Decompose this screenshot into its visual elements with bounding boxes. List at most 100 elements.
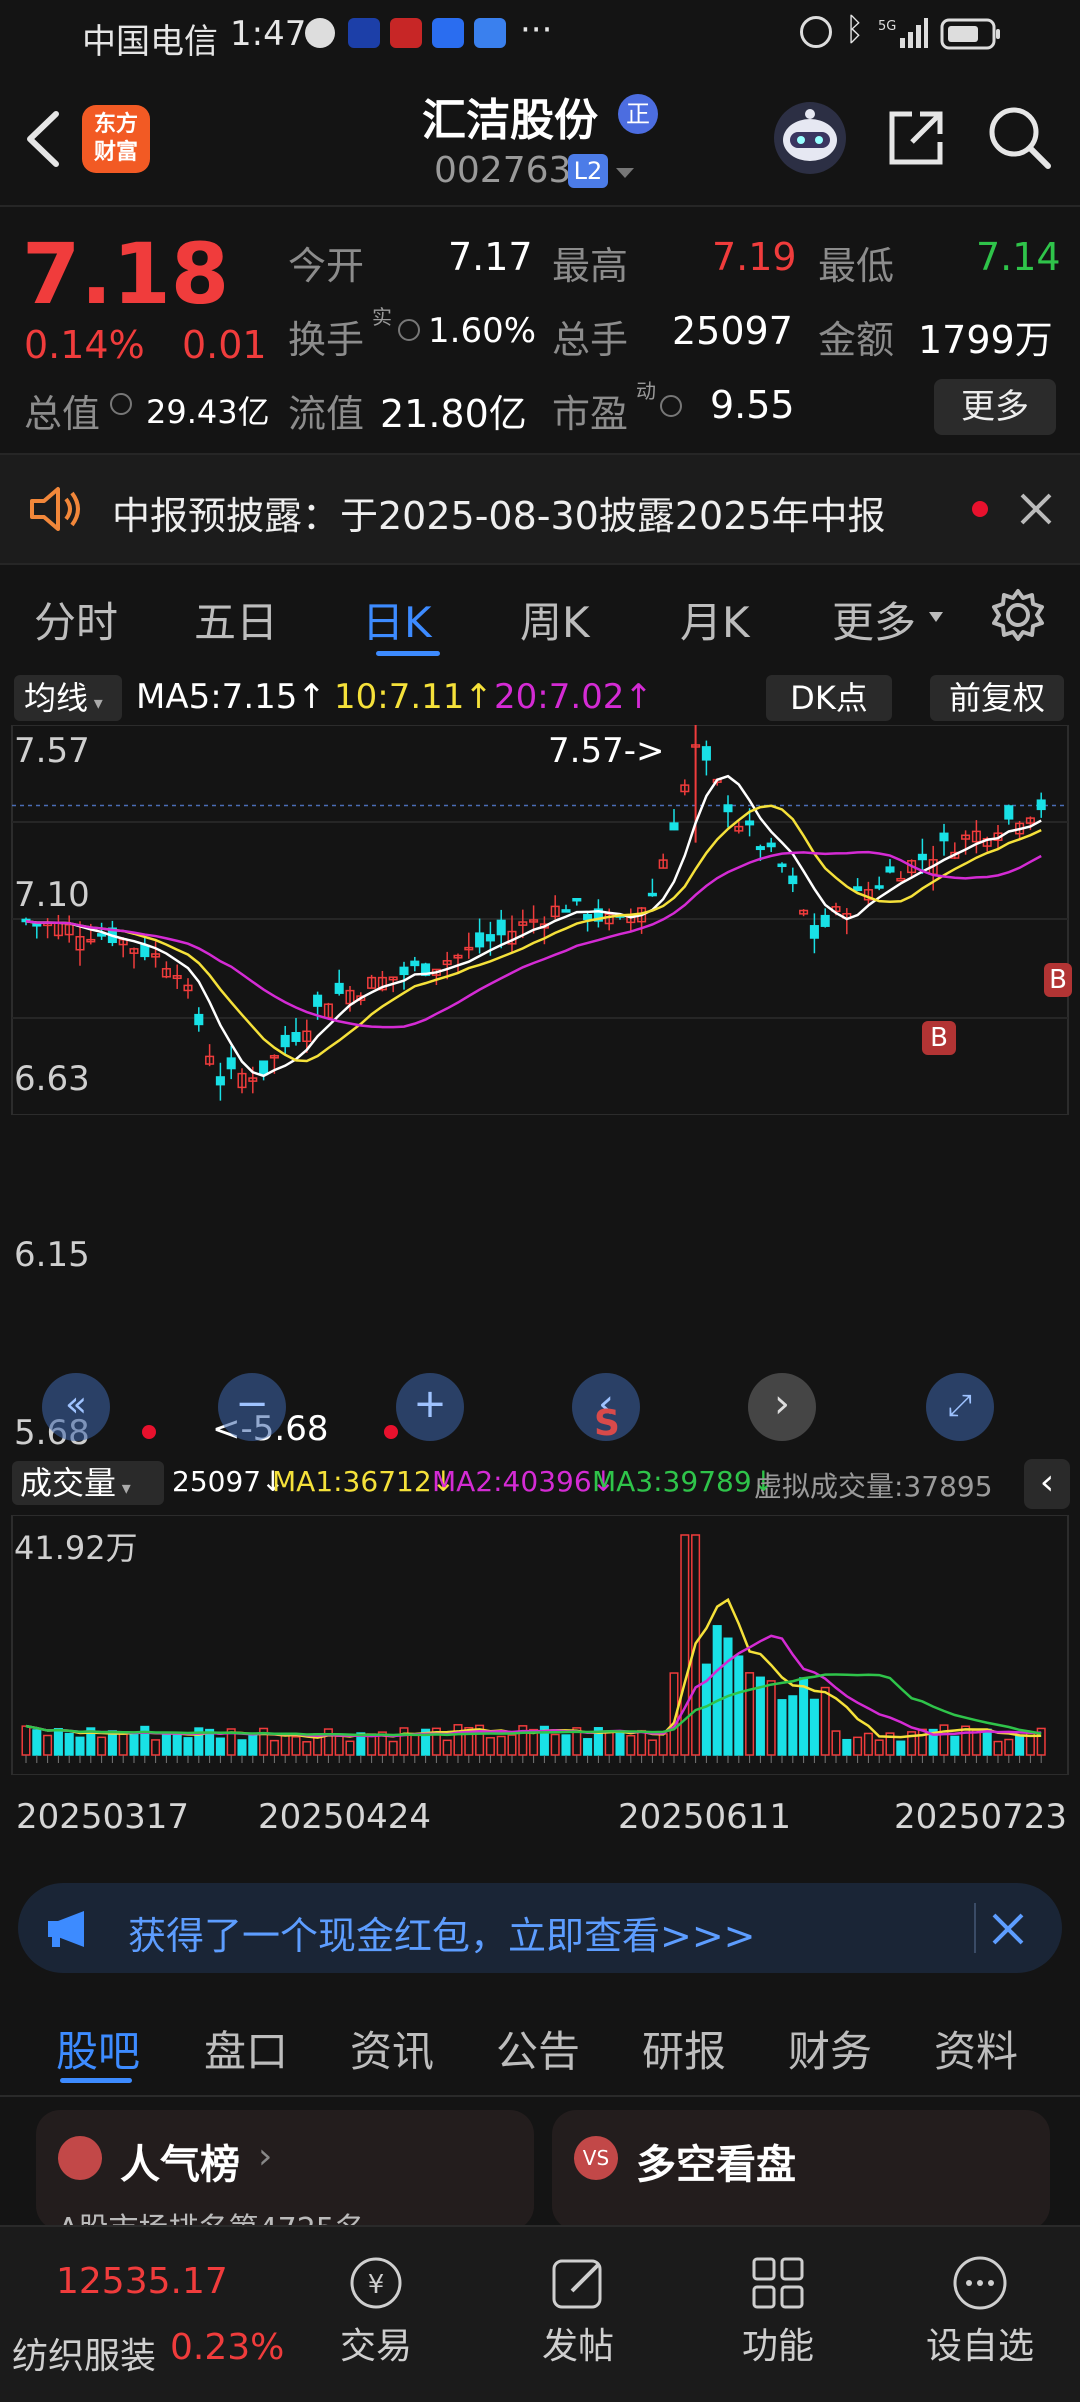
more-dots-icon: ··· [520, 10, 553, 50]
tab-weekly-k[interactable]: 周K [520, 589, 590, 650]
axis-lower: 6.15 [14, 1235, 90, 1275]
carrier: 中国电信 [82, 22, 218, 62]
tab-finance[interactable]: 财务 [788, 2018, 872, 2079]
close-icon[interactable] [1018, 491, 1054, 527]
promo-banner[interactable]: 获得了一个现金红包，立即查看>>> [18, 1883, 1062, 1973]
candle-body [939, 832, 949, 842]
zoom-out-button[interactable]: − [218, 1373, 286, 1441]
tab-orderbook[interactable]: 盘口 [204, 2018, 288, 2079]
close-icon[interactable] [990, 1911, 1026, 1947]
app-logo[interactable]: 东方 财富 [82, 105, 150, 173]
tab-news[interactable]: 资讯 [350, 2018, 434, 2079]
volume-bar [453, 1724, 463, 1756]
nav-label: 设自选 [925, 2326, 1034, 2367]
volume-bar [637, 1729, 647, 1756]
tab-announcements[interactable]: 公告 [496, 2018, 580, 2079]
volume-bar [583, 1738, 593, 1756]
ma10-value: 10:7.11↑ [334, 677, 493, 717]
high-marker: 7.57-> [548, 731, 665, 771]
candle-body [259, 1060, 269, 1076]
dk-button[interactable]: DK点 [766, 675, 892, 721]
nav-functions[interactable]: 功能 [708, 2227, 848, 2369]
scroll-left-fast-button[interactable]: « [42, 1373, 110, 1441]
candle-body [820, 914, 830, 927]
candle-body [583, 913, 593, 921]
volume-bar [831, 1730, 841, 1756]
speaker-icon [30, 487, 80, 531]
fullscreen-button[interactable]: ⤢ [926, 1373, 994, 1441]
stock-name[interactable]: 汇洁股份 [422, 84, 598, 148]
index-change[interactable]: 0.23% [170, 2327, 284, 2368]
long-short-card[interactable]: VS 多空看盘 [552, 2110, 1050, 2230]
search-icon[interactable] [986, 104, 1052, 170]
vol-ma1: MA1:36712↓ [272, 1465, 456, 1498]
unread-dot [972, 501, 988, 517]
volume-bar [97, 1736, 107, 1756]
svg-text:¥: ¥ [368, 2270, 385, 2300]
collapse-panel-button[interactable]: ‹ [1024, 1459, 1070, 1509]
tab-forum[interactable]: 股吧 [56, 2018, 140, 2079]
volume-bar [950, 1735, 960, 1756]
candle-body [885, 866, 895, 873]
volume-bar [1015, 1735, 1025, 1756]
more-icon [953, 2256, 1007, 2310]
info-icon[interactable] [660, 395, 682, 417]
robot-assistant-icon[interactable] [772, 100, 848, 176]
back-arrow-icon[interactable] [20, 108, 64, 170]
volume-bar [183, 1737, 193, 1756]
tab-minute[interactable]: 分时 [34, 589, 118, 650]
nav-add-watchlist[interactable]: 设自选 [910, 2227, 1050, 2369]
date-label: 20250317 [16, 1797, 190, 1837]
share-icon[interactable] [884, 106, 948, 170]
ma-dropdown[interactable]: 均线 ▾ [14, 675, 122, 721]
info-icon[interactable] [398, 319, 420, 341]
volume-dropdown[interactable]: 成交量 ▾ [12, 1461, 164, 1505]
volume-bar [993, 1740, 1003, 1756]
tab-daily-k[interactable]: 日K [362, 589, 432, 650]
scroll-right-button[interactable]: › [748, 1373, 816, 1441]
level-badge[interactable]: L2 [568, 154, 608, 188]
index-value[interactable]: 12535.17 [56, 2261, 228, 2302]
notice-bar[interactable]: 中报预披露：于2025-08-30披露2025年中报 [0, 453, 1080, 565]
volume-bar [658, 1733, 668, 1756]
candle-body [755, 846, 765, 851]
tab-five-day[interactable]: 五日 [194, 589, 278, 650]
megaphone-icon [48, 1911, 84, 1947]
volume-dropdown-label: 成交量 [20, 1464, 117, 1502]
more-button[interactable]: 更多 [934, 379, 1056, 435]
volume-bar [874, 1739, 884, 1756]
volume-bar [237, 1739, 247, 1756]
ma20-value: 20:7.02↑ [494, 677, 653, 717]
chevron-down-icon[interactable] [614, 166, 636, 180]
volume-bar [43, 1734, 53, 1756]
tab-research[interactable]: 研报 [642, 2018, 726, 2079]
candle-body [723, 804, 733, 813]
index-name[interactable]: 纺织服装 [12, 2327, 156, 2379]
status-bar: 中国电信 1:47 ··· ᛒ 5G [0, 0, 1080, 70]
info-icon[interactable] [110, 393, 132, 415]
amount-label: 金额 [818, 318, 895, 362]
candle-body [766, 842, 776, 848]
nav-trade[interactable]: ¥ 交易 [306, 2227, 446, 2369]
volume-chart[interactable] [0, 1515, 1080, 1775]
float-cap-value: 21.80亿 [380, 392, 527, 436]
candlestick-chart[interactable] [0, 725, 1080, 1115]
volume-bar [302, 1741, 312, 1756]
tab-more[interactable]: 更多 [832, 589, 916, 650]
candle-body [410, 960, 420, 967]
candle-body [291, 1032, 301, 1042]
notice-text: 中报预披露：于2025-08-30披露2025年中报 [112, 494, 886, 538]
nav-post[interactable]: 发帖 [508, 2227, 648, 2369]
event-dot [142, 1425, 156, 1439]
date-label: 20250723 [894, 1797, 1068, 1837]
adjust-button[interactable]: 前复权 [930, 675, 1064, 721]
gear-icon[interactable] [990, 587, 1046, 643]
tab-profile[interactable]: 资料 [934, 2018, 1018, 2079]
candle-body [745, 820, 755, 826]
popularity-card[interactable]: 人气榜 › A股市场排名第4725名 [36, 2110, 534, 2247]
mktcap-value: 29.43亿 [146, 393, 270, 431]
tab-monthly-k[interactable]: 月K [680, 589, 750, 650]
volume-label: 总手 [552, 318, 629, 362]
high-label: 最高 [552, 244, 629, 288]
zoom-in-button[interactable]: + [396, 1373, 464, 1441]
